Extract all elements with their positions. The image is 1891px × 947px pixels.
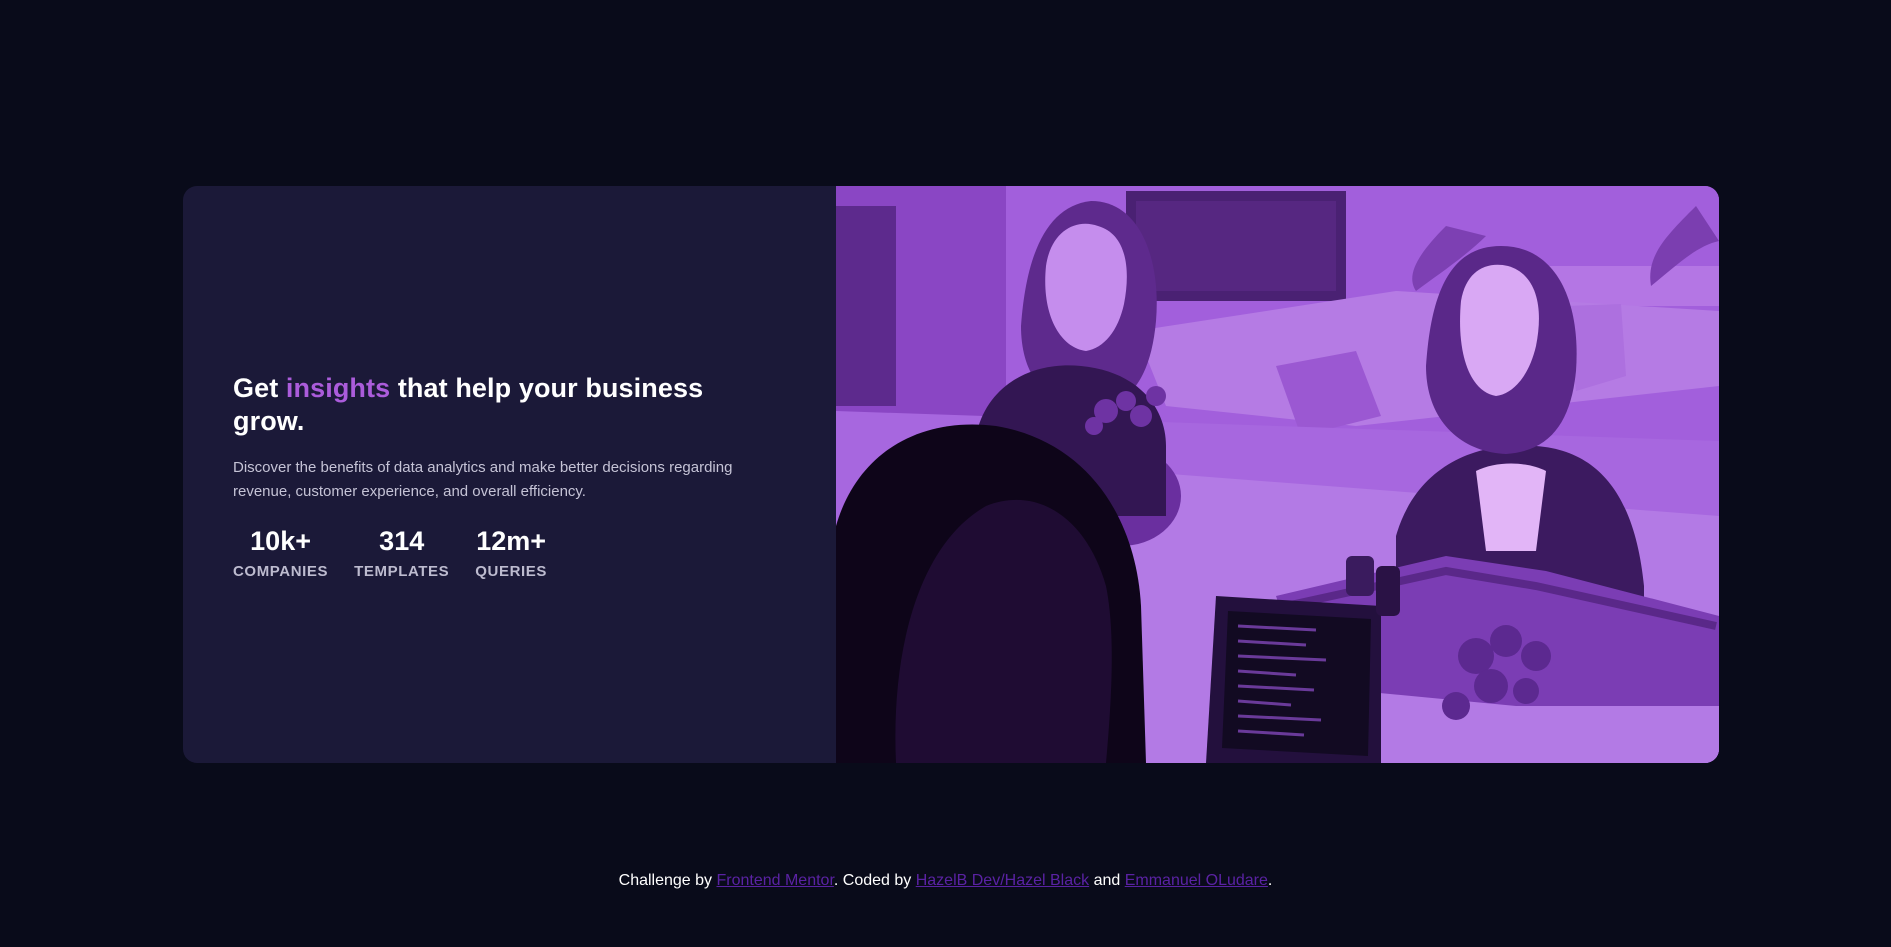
stat-label: TEMPLATES <box>354 563 450 580</box>
card-text-section: Get insights that help your business gro… <box>183 186 836 763</box>
stat-value: 10k+ <box>250 526 311 556</box>
footer-text: . <box>1267 872 1273 889</box>
headline: Get insights that help your business gro… <box>233 372 733 438</box>
author-link-hazel[interactable]: HazelB Dev/Hazel Black <box>916 872 1089 889</box>
stat-value: 314 <box>379 526 425 556</box>
footer-text: . Coded by <box>833 872 916 889</box>
headline-accent: insights <box>285 373 391 403</box>
headline-prefix: Get <box>233 373 286 403</box>
office-photo <box>836 186 1719 763</box>
stat-queries: 12m+ QUERIES <box>475 525 547 582</box>
attribution-footer: Challenge by Frontend Mentor. Coded by H… <box>0 869 1891 893</box>
stats-row: 10k+ COMPANIES 314 TEMPLATES 12m+ QUERIE… <box>233 525 733 582</box>
stat-label: QUERIES <box>475 563 547 580</box>
stat-value: 12m+ <box>476 526 547 556</box>
stats-preview-card: Get insights that help your business gro… <box>183 186 1719 763</box>
description: Discover the benefits of data analytics … <box>233 459 733 500</box>
card-text-content: Get insights that help your business gro… <box>233 372 733 582</box>
footer-text: and <box>1089 872 1125 889</box>
office-photo-illustration <box>836 186 1719 763</box>
stat-label: COMPANIES <box>233 563 329 580</box>
frontend-mentor-link[interactable]: Frontend Mentor <box>716 872 833 889</box>
author-link-emmanuel[interactable]: Emmanuel OLudare <box>1125 872 1268 889</box>
footer-text: Challenge by <box>618 872 717 889</box>
stat-templates: 314 TEMPLATES <box>354 525 449 582</box>
stat-companies: 10k+ COMPANIES <box>233 525 328 582</box>
